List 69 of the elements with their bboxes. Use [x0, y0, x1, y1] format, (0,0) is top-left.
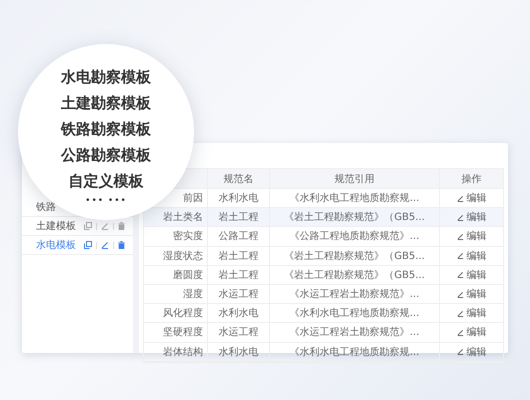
header-cell-text: 操作: [460, 172, 482, 186]
table-cell-text: 水运工程: [218, 326, 258, 340]
table-cell-text: 水利水电: [218, 306, 258, 320]
table-cell-text: 湿度: [183, 288, 203, 302]
table-cell-text: 岩土工程: [218, 268, 258, 282]
table-cell-text: 湿度状态: [163, 250, 203, 263]
table-cell-text: 《水利水电工程地质勘察规...: [290, 346, 420, 359]
edit-link[interactable]: 编辑: [456, 344, 486, 359]
table-row[interactable]: 湿度 水运工程 《水运工程岩土勘察规范》... 编辑: [144, 284, 503, 304]
copy-icon[interactable]: [84, 241, 92, 249]
edit-link[interactable]: 编辑: [456, 210, 486, 224]
header-cell: 规范名: [208, 169, 270, 188]
table-cell-text: 《岩土工程勘察规范》（GB5...: [284, 268, 425, 282]
menu-item[interactable]: 土建勘察模板: [61, 90, 151, 116]
edit-icon[interactable]: [101, 222, 109, 230]
edit-link[interactable]: 编辑: [456, 191, 486, 206]
table-cell-text: 岩土工程: [218, 250, 258, 263]
edit-icon: [456, 271, 464, 278]
table-cell-text: 岩土类名: [163, 210, 203, 224]
edit-icon: [456, 232, 464, 240]
edit-icon: [456, 310, 464, 317]
table-cell-text: 水运工程: [218, 288, 258, 302]
table-row[interactable]: 磨圆度 岩土工程 《岩土工程勘察规范》（GB5... 编辑: [144, 266, 503, 285]
edit-link[interactable]: 编辑: [456, 229, 486, 244]
menu-item[interactable]: 自定义模板: [68, 168, 144, 194]
menu-item[interactable]: 铁路勘察模板: [61, 116, 151, 142]
table-cell-text: 岩体结构: [163, 346, 203, 359]
edit-link[interactable]: 编辑: [456, 325, 486, 340]
menu-item[interactable]: 公路勘察模板: [61, 142, 151, 168]
table-cell-text: 前因: [183, 192, 203, 206]
edit-icon: [456, 328, 464, 336]
edit-icon: [456, 194, 464, 202]
header-cell: 规范引用: [270, 169, 440, 188]
table-cell-text: 密实度: [173, 230, 203, 244]
table-row[interactable]: 岩体结构 水利水电 《水利水电工程地质勘察规... 编辑: [144, 342, 503, 362]
table-cell-text: 水利水电: [218, 192, 258, 206]
edit-icon: [456, 252, 464, 260]
table-row[interactable]: 坚硬程度 水运工程 《水运工程岩土勘察规范》... 编辑: [144, 323, 503, 342]
table-cell-text: 水利水电: [218, 346, 258, 359]
sidebar-item[interactable]: 水电模板: [22, 236, 133, 255]
table-cell-text: 磨圆度: [173, 268, 203, 282]
more-text: ••• •••: [85, 196, 127, 206]
table-cell-text: 《水利水电工程地质勘察规...: [290, 192, 420, 206]
table-cell-text: 坚硬程度: [163, 326, 203, 340]
table-row[interactable]: 岩土类名 岩土工程 《岩土工程勘察规范》（GB5... 编辑: [144, 208, 503, 228]
edit-icon: [456, 290, 464, 298]
delete-icon[interactable]: [118, 222, 125, 230]
table-cell-text: 《水利水电工程地质勘察规...: [290, 306, 420, 320]
menu-item[interactable]: 水电勘察模板: [61, 64, 151, 90]
edit-link[interactable]: 编辑: [456, 248, 486, 263]
edit-link[interactable]: 编辑: [456, 306, 486, 320]
edit-icon: [456, 348, 464, 356]
table-cell-text: 《公路工程地质勘察规范》...: [290, 230, 420, 244]
table-cell-text: 《岩土工程勘察规范》（GB5...: [284, 210, 425, 224]
table-row[interactable]: 风化程度 水利水电 《水利水电工程地质勘察规... 编辑: [144, 304, 503, 324]
table-row[interactable]: 湿度状态 岩土工程 《岩土工程勘察规范》（GB5... 编辑: [144, 246, 503, 266]
delete-icon[interactable]: [118, 241, 125, 249]
table-cell-text: 风化程度: [163, 306, 203, 320]
table-cell-text: 《岩土工程勘察规范》（GB5...: [284, 250, 425, 263]
edit-icon[interactable]: [101, 241, 109, 249]
table-cell-text: 公路工程: [218, 230, 258, 244]
copy-icon[interactable]: [84, 222, 92, 230]
edit-link[interactable]: 编辑: [456, 268, 486, 282]
table-cell-text: 《水运工程岩土勘察规范》...: [290, 288, 420, 302]
table-cell-text: 岩土工程: [218, 210, 258, 224]
edit-icon: [456, 214, 464, 221]
table-row[interactable]: 密实度 公路工程 《公路工程地质勘察规范》... 编辑: [144, 227, 503, 247]
edit-link[interactable]: 编辑: [456, 287, 486, 302]
table-cell-text: 《水运工程岩土勘察规范》...: [290, 326, 420, 340]
